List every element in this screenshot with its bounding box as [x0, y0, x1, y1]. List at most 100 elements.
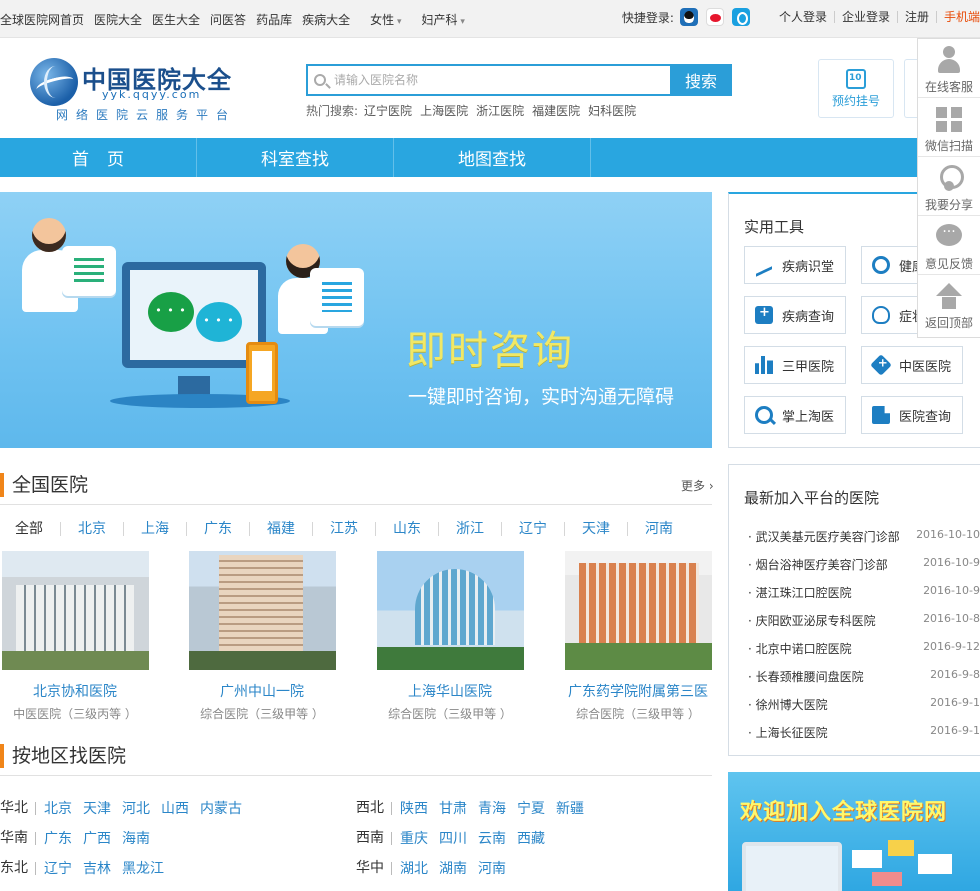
region-link[interactable]: 海南 [122, 828, 150, 848]
region-link[interactable]: 内蒙古 [200, 798, 242, 818]
enterprise-login-link[interactable]: 企业登录 [833, 11, 897, 23]
more-hospitals-link[interactable]: 更多 [681, 477, 714, 494]
tool-tcm-hospitals[interactable]: 中医医院 [861, 346, 963, 384]
hot-search-item[interactable]: 上海医院 [420, 102, 468, 119]
latest-row[interactable]: 上海长征医院 2016-9-1 [748, 724, 980, 741]
region-link[interactable]: 北京 [44, 798, 72, 818]
taobao-login-icon[interactable] [731, 8, 750, 26]
consult-banner[interactable]: 即时咨询 一键即时咨询，实时沟通无障碍 [0, 192, 712, 448]
region-tab[interactable]: 广东 [186, 522, 249, 536]
top-dropdown-women[interactable]: 女性 [370, 11, 401, 28]
float-back-to-top[interactable]: 返回顶部 [918, 275, 980, 334]
region-link[interactable]: 重庆 [400, 828, 428, 848]
tool-top-hospitals[interactable]: 三甲医院 [744, 346, 846, 384]
region-link[interactable]: 河南 [478, 858, 506, 878]
hospital-name[interactable]: 上海华山医院 [360, 681, 540, 701]
region-tab[interactable]: 辽宁 [501, 522, 564, 536]
hot-search-item[interactable]: 浙江医院 [476, 102, 524, 119]
region-link[interactable]: 云南 [478, 828, 506, 848]
search-input[interactable] [334, 70, 654, 90]
tool-disease-search[interactable]: 疾病查询 [744, 296, 846, 334]
region-tab[interactable]: 山东 [375, 522, 438, 536]
latest-row[interactable]: 徐州博大医院 2016-9-1 [748, 696, 980, 713]
hospital-photo[interactable] [376, 551, 524, 670]
region-link[interactable]: 湖北 [400, 858, 428, 878]
region-tab[interactable]: 上海 [123, 522, 186, 536]
appointment-button[interactable]: 预约挂号 [818, 59, 894, 118]
latest-name[interactable]: 上海长征医院 [748, 724, 828, 741]
region-link[interactable]: 广东 [44, 828, 72, 848]
hospital-card[interactable]: 广州中山一院 综合医院（三级甲等 ） [172, 551, 352, 722]
float-online-service[interactable]: 在线客服 [918, 39, 980, 98]
hospital-name[interactable]: 广州中山一院 [172, 681, 352, 701]
hospital-photo[interactable] [1, 551, 149, 670]
float-wechat-scan[interactable]: 微信扫描 [918, 98, 980, 157]
region-link[interactable]: 西藏 [517, 828, 545, 848]
latest-row[interactable]: 湛江珠江口腔医院 2016-10-9 [748, 584, 980, 601]
region-link[interactable]: 辽宁 [44, 858, 72, 878]
register-link[interactable]: 注册 [896, 11, 936, 23]
hot-search-item[interactable]: 妇科医院 [588, 102, 636, 119]
region-tab[interactable]: 北京 [60, 522, 123, 536]
hospital-card[interactable]: 上海华山医院 综合医院（三级甲等 ） [360, 551, 540, 722]
top-link-home[interactable]: 全球医院网首页 [0, 11, 84, 28]
latest-name[interactable]: 湛江珠江口腔医院 [748, 584, 852, 601]
region-link[interactable]: 广西 [83, 828, 111, 848]
latest-row[interactable]: 烟台浴神医疗美容门诊部 2016-10-9 [748, 556, 980, 573]
region-link[interactable]: 湖南 [439, 858, 467, 878]
qq-login-icon[interactable] [679, 8, 698, 26]
latest-name[interactable]: 烟台浴神医疗美容门诊部 [748, 556, 888, 573]
site-logo[interactable]: 中国医院大全 yyk.qqyy.com 网络医院云服务平台 [30, 58, 240, 124]
latest-row[interactable]: 武汉美基元医疗美容门诊部 2016-10-10 [748, 528, 980, 545]
top-link-drugs[interactable]: 药品库 [256, 11, 292, 28]
latest-name[interactable]: 徐州博大医院 [748, 696, 828, 713]
hot-search-item[interactable]: 福建医院 [532, 102, 580, 119]
region-link[interactable]: 宁夏 [517, 798, 545, 818]
hospital-photo[interactable] [188, 551, 336, 670]
region-tab[interactable]: 河南 [627, 522, 673, 536]
region-link[interactable]: 黑龙江 [122, 858, 164, 878]
personal-login-link[interactable]: 个人登录 [772, 11, 834, 23]
latest-name[interactable]: 长春颈椎腰间盘医院 [748, 668, 864, 685]
top-link-hospitals[interactable]: 医院大全 [94, 11, 142, 28]
region-tab[interactable]: 天津 [564, 522, 627, 536]
nav-map-search[interactable]: 地图查找 [394, 138, 591, 177]
hospital-photo[interactable] [564, 551, 712, 670]
region-link[interactable]: 河北 [122, 798, 150, 818]
latest-row[interactable]: 北京中诺口腔医院 2016-9-12 [748, 640, 980, 657]
region-link[interactable]: 甘肃 [439, 798, 467, 818]
nav-department-search[interactable]: 科室查找 [197, 138, 394, 177]
tool-hospital-search[interactable]: 医院查询 [861, 396, 963, 434]
tool-mobile-search[interactable]: 掌上淘医 [744, 396, 846, 434]
float-share[interactable]: 我要分享 [918, 157, 980, 216]
search-button[interactable]: 搜索 [670, 64, 732, 96]
region-link[interactable]: 山西 [161, 798, 189, 818]
mobile-link[interactable]: 手机端 [935, 11, 980, 23]
top-dropdown-obstetrics[interactable]: 妇产科 [422, 11, 465, 28]
float-feedback[interactable]: 意见反馈 [918, 216, 980, 275]
hospital-name[interactable]: 广东药学院附属第三医 [548, 681, 728, 701]
region-tab[interactable]: 福建 [249, 522, 312, 536]
hospital-name[interactable]: 北京协和医院 [0, 681, 165, 701]
tool-disease-class[interactable]: 疾病识堂 [744, 246, 846, 284]
region-tab-all[interactable]: 全部 [0, 522, 60, 536]
latest-row[interactable]: 庆阳欧亚泌尿专科医院 2016-10-8 [748, 612, 980, 629]
hospital-card[interactable]: 北京协和医院 中医医院（三级丙等 ） [0, 551, 165, 722]
latest-name[interactable]: 北京中诺口腔医院 [748, 640, 852, 657]
region-link[interactable]: 青海 [478, 798, 506, 818]
weibo-login-icon[interactable] [705, 8, 724, 26]
region-link[interactable]: 陕西 [400, 798, 428, 818]
hospital-card[interactable]: 广东药学院附属第三医 综合医院（三级甲等 ） [548, 551, 728, 722]
region-link[interactable]: 吉林 [83, 858, 111, 878]
region-tab[interactable]: 江苏 [312, 522, 375, 536]
top-link-diseases[interactable]: 疾病大全 [302, 11, 350, 28]
top-link-qa[interactable]: 问医答 [210, 11, 246, 28]
region-link[interactable]: 四川 [439, 828, 467, 848]
latest-row[interactable]: 长春颈椎腰间盘医院 2016-9-8 [748, 668, 980, 685]
hot-search-item[interactable]: 辽宁医院 [364, 102, 412, 119]
nav-home[interactable]: 首页 [0, 138, 197, 177]
join-banner[interactable]: 欢迎加入全球医院网 [728, 772, 980, 891]
latest-name[interactable]: 武汉美基元医疗美容门诊部 [748, 528, 900, 545]
region-tab[interactable]: 浙江 [438, 522, 501, 536]
top-link-doctors[interactable]: 医生大全 [152, 11, 200, 28]
